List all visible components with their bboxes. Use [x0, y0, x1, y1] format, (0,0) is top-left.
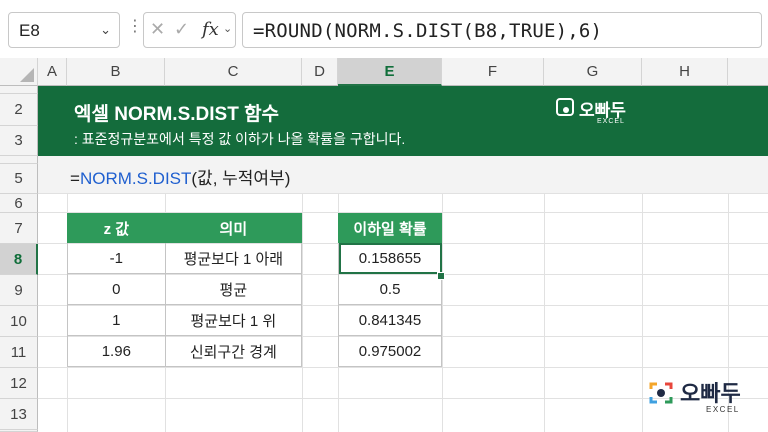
formula-text: =ROUND(NORM.S.DIST(B8,TRUE),6) [253, 20, 603, 42]
meaning-cell[interactable]: 신뢰구간 경계 [164, 335, 303, 367]
column-header-d[interactable]: D [302, 58, 338, 86]
logo-icon [649, 382, 673, 404]
banner-subtitle: : 표준정규분포에서 특정 값 이하가 나올 확률을 구합니다. [74, 131, 406, 147]
result-table: 이하일 확률 0.158655 0.5 0.841345 0.975002 [338, 213, 442, 367]
meaning-cell[interactable]: 평균보다 1 아래 [164, 242, 303, 274]
more-options-icon[interactable]: ⋮ [127, 16, 143, 36]
column-header-h[interactable]: H [642, 58, 728, 86]
probability-cell[interactable]: 0.5 [338, 273, 442, 305]
brand-logo-text: 오빠두 [680, 381, 741, 406]
row-header-2[interactable]: 2 [0, 94, 38, 126]
probability-cell[interactable]: 0.841345 [338, 304, 442, 336]
banner-logo: 오빠두 EXCEL [556, 96, 636, 130]
column-header-c[interactable]: C [165, 58, 302, 86]
probability-cell[interactable]: 0.975002 [338, 335, 442, 367]
column-header-a[interactable]: A [38, 58, 67, 86]
table-row: 0.5 [338, 273, 442, 305]
row-header-10[interactable]: 10 [0, 306, 38, 337]
row-header-8[interactable]: 8 [0, 244, 38, 275]
column-header-e[interactable]: E [338, 58, 442, 86]
column-header-g[interactable]: G [544, 58, 642, 86]
fill-handle[interactable] [437, 272, 445, 280]
row-header-3[interactable]: 3 [0, 126, 38, 156]
title-banner: 엑셀 NORM.S.DIST 함수 : 표준정규분포에서 특정 값 이하가 나올… [38, 86, 768, 156]
column-header-f[interactable]: F [442, 58, 544, 86]
row-header-4[interactable]: 4 [0, 156, 38, 164]
insert-function-icon[interactable]: fx [202, 19, 219, 40]
z-cell[interactable]: 0 [67, 273, 166, 305]
syntax-function: NORM.S.DIST [79, 169, 192, 188]
formula-controls: ✕ ✓ fx ⌄ [143, 12, 236, 48]
name-box-value: E8 [19, 21, 40, 40]
chevron-down-icon[interactable]: ⌄ [223, 22, 232, 35]
table-row: 0.975002 [338, 335, 442, 367]
name-box[interactable]: E8 ⌄ [8, 12, 120, 48]
select-all-corner[interactable] [0, 58, 38, 86]
column-header-next[interactable] [728, 58, 768, 86]
table-row: 1 평균보다 1 위 [67, 304, 303, 336]
table-row: -1 평균보다 1 아래 [67, 242, 303, 274]
active-cell-e8[interactable]: 0.158655 [338, 242, 442, 274]
syntax-prefix: = [70, 169, 80, 188]
cancel-icon[interactable]: ✕ [150, 19, 165, 40]
table-row: 0.158655 [338, 242, 442, 274]
brand-logo: 오빠두 EXCEL [648, 376, 758, 420]
z-cell[interactable]: 1 [67, 304, 166, 336]
header-meaning[interactable]: 의미 [164, 213, 303, 243]
header-probability[interactable]: 이하일 확률 [338, 213, 442, 243]
row-header-12[interactable]: 12 [0, 368, 38, 399]
row-header-7[interactable]: 7 [0, 213, 38, 244]
z-cell[interactable]: 1.96 [67, 335, 166, 367]
brand-logo-sub: EXCEL [706, 405, 740, 414]
row-header-11[interactable]: 11 [0, 337, 38, 368]
row-header-9[interactable]: 9 [0, 275, 38, 306]
row-header-6[interactable]: 6 [0, 194, 38, 213]
formula-input[interactable]: =ROUND(NORM.S.DIST(B8,TRUE),6) [242, 12, 762, 48]
banner-title: 엑셀 NORM.S.DIST 함수 [74, 104, 280, 125]
table-row: 0.841345 [338, 304, 442, 336]
confirm-icon[interactable]: ✓ [174, 19, 189, 40]
function-syntax: =NORM.S.DIST(값, 누적여부) [70, 164, 290, 189]
z-cell[interactable]: -1 [67, 242, 166, 274]
header-z-value[interactable]: z 값 [67, 213, 166, 243]
row-header-1[interactable]: 1 [0, 86, 38, 94]
table-row: 0 평균 [67, 273, 303, 305]
meaning-cell[interactable]: 평균 [164, 273, 303, 305]
column-header-b[interactable]: B [67, 58, 165, 86]
input-table: z 값 의미 -1 평균보다 1 아래 0 평균 1 평균보다 1 위 1.96… [67, 213, 303, 367]
banner-logo-sub: EXCEL [597, 118, 625, 125]
logo-icon [556, 98, 574, 116]
syntax-args: (값, 누적여부) [191, 169, 291, 188]
row-header-5[interactable]: 5 [0, 164, 38, 194]
formula-bar-area: E8 ⌄ ⋮ ✕ ✓ fx ⌄ =ROUND(NORM.S.DIST(B8,TR… [0, 0, 768, 58]
table-row: 1.96 신뢰구간 경계 [67, 335, 303, 367]
chevron-down-icon[interactable]: ⌄ [100, 22, 111, 38]
meaning-cell[interactable]: 평균보다 1 위 [164, 304, 303, 336]
row-header-13[interactable]: 13 [0, 399, 38, 430]
